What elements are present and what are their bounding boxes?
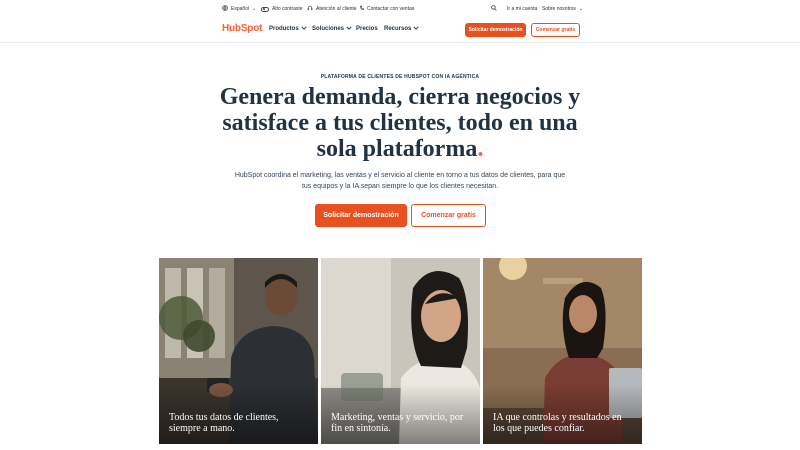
contrast-toggle[interactable]: Alto contraste: [261, 5, 303, 13]
chevron-down-icon: [301, 26, 307, 32]
support-label: Atención al cliente: [316, 6, 357, 12]
hero-headline: Genera demanda, cierra negocios y satisf…: [200, 84, 600, 162]
main-navigation: HubSpot Productos Soluciones Precios Rec…: [0, 18, 800, 43]
nav-item-solutions[interactable]: Soluciones: [312, 26, 352, 32]
card-caption: Marketing, ventas y servicio, por fin en…: [331, 412, 464, 434]
hubspot-logo[interactable]: HubSpot: [222, 23, 262, 34]
nav-item-label: Productos: [269, 26, 299, 32]
hero-demo-button[interactable]: Solicitar demostración: [315, 204, 407, 227]
feature-card-alignment[interactable]: Marketing, ventas y servicio, por fin en…: [321, 258, 480, 444]
language-label: Español: [231, 6, 250, 12]
support-link[interactable]: Atención al cliente: [307, 5, 357, 13]
utility-bar: Español ⌄ Alto contraste Atención al cli…: [0, 0, 800, 18]
chevron-down-icon: [413, 26, 419, 32]
chevron-down-icon: ⌄: [578, 6, 584, 12]
headset-icon: [307, 5, 313, 14]
card-caption: Todos tus datos de clientes, siempre a m…: [169, 412, 279, 434]
about-menu[interactable]: Sobre nosotros ⌄: [542, 5, 583, 13]
hero-eyebrow: PLATAFORMA DE CLIENTES DE HUBSPOT CON IA…: [320, 74, 480, 80]
feature-card-data[interactable]: Todos tus datos de clientes, siempre a m…: [159, 258, 318, 444]
sales-label: Contactar con ventas: [367, 6, 415, 12]
nav-free-button[interactable]: Comenzar gratis: [531, 23, 580, 37]
language-selector[interactable]: Español ⌄: [222, 4, 257, 14]
chevron-down-icon: ⌄: [252, 6, 257, 12]
card-caption: IA que controlas y resultados en los que…: [493, 412, 622, 434]
nav-item-products[interactable]: Productos: [269, 26, 307, 32]
search-button[interactable]: [491, 4, 497, 14]
nav-demo-button[interactable]: Solicitar demostración: [465, 23, 526, 37]
nav-item-pricing[interactable]: Precios: [356, 26, 378, 32]
nav-item-label: Soluciones: [312, 26, 345, 32]
search-icon: [491, 4, 497, 14]
nav-item-label: Precios: [356, 26, 378, 32]
account-link[interactable]: Ir a mi cuenta: [507, 5, 537, 13]
feature-card-ai[interactable]: IA que controlas y resultados en los que…: [483, 258, 642, 444]
nav-item-label: Recursos: [384, 26, 412, 32]
chevron-down-icon: [346, 26, 352, 32]
globe-icon: [222, 4, 228, 14]
hero-headline-text: Genera demanda, cierra negocios y satisf…: [219, 84, 581, 162]
hero-free-button[interactable]: Comenzar gratis: [411, 204, 486, 227]
about-label: Sobre nosotros: [542, 6, 576, 12]
phone-icon: [359, 5, 364, 14]
hero-subtext: HubSpot coordina el marketing, las venta…: [234, 172, 566, 190]
contrast-label: Alto contraste: [272, 6, 303, 12]
nav-item-resources[interactable]: Recursos: [384, 26, 419, 32]
hero-headline-dot: .: [477, 136, 484, 162]
account-label: Ir a mi cuenta: [507, 6, 538, 12]
toggle-icon: [261, 6, 269, 12]
sales-link[interactable]: Contactar con ventas: [359, 5, 414, 13]
